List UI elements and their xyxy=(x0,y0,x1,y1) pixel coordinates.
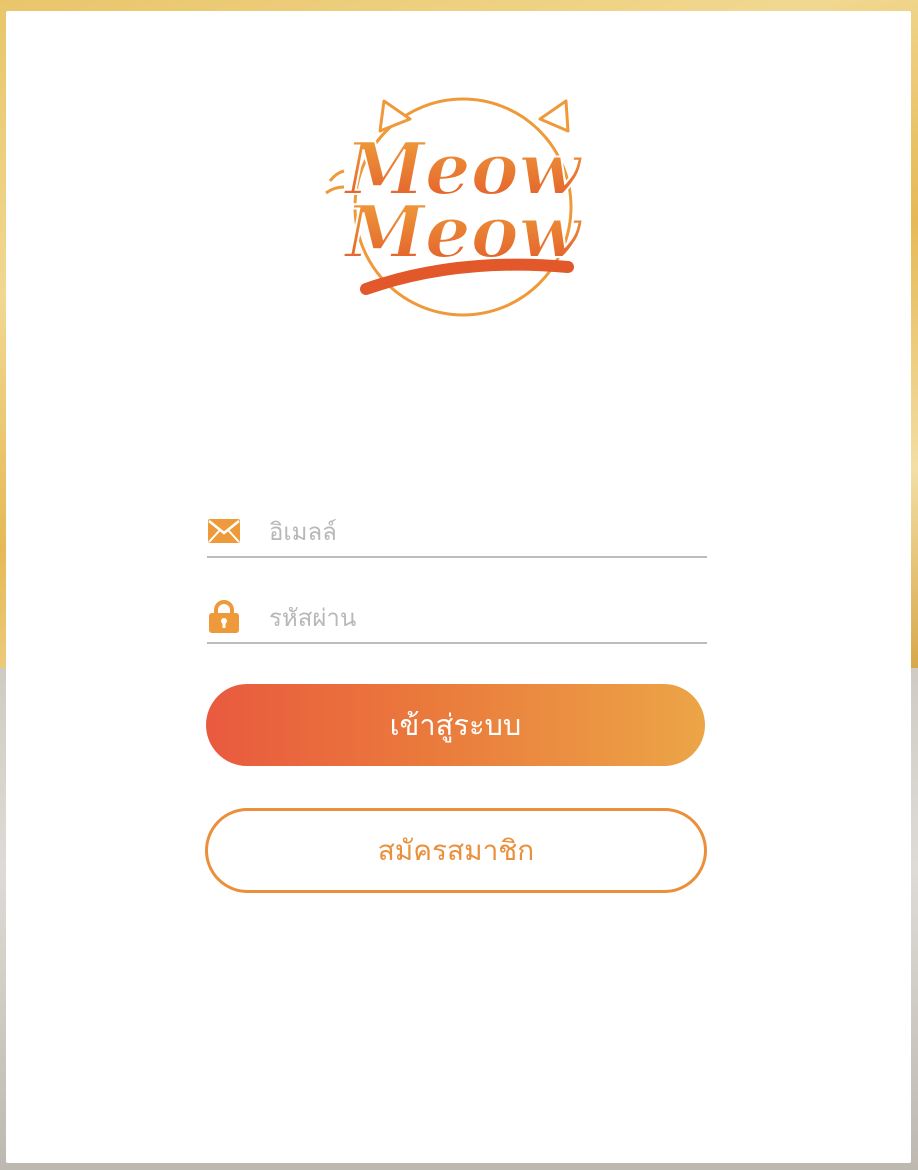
email-field xyxy=(207,506,707,558)
password-field xyxy=(207,592,707,644)
email-input[interactable] xyxy=(269,514,699,550)
password-input[interactable] xyxy=(269,600,699,636)
login-card: Meow Meow เข้าสู่ระบบ สมัครสมาชิก xyxy=(6,11,911,1163)
register-button[interactable]: สมัครสมาชิก xyxy=(205,808,707,893)
meow-meow-logo: Meow Meow xyxy=(318,89,608,329)
logo-text-line2: Meow xyxy=(342,189,584,274)
envelope-icon xyxy=(207,516,241,546)
login-button[interactable]: เข้าสู่ระบบ xyxy=(206,684,705,766)
lock-icon xyxy=(207,600,241,633)
logo-graphic: Meow Meow xyxy=(325,97,585,317)
